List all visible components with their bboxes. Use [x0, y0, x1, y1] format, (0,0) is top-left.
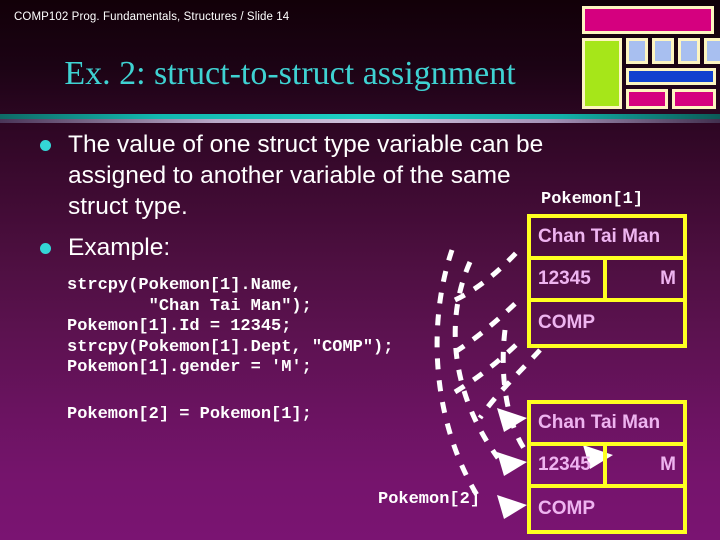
deco-magenta-bar [582, 6, 714, 34]
struct-row-dept: COMP [531, 302, 683, 344]
deco-lightblue-square-4 [704, 38, 720, 64]
struct-cell-name: Chan Tai Man [538, 226, 661, 247]
deco-magenta-block-1 [626, 89, 668, 109]
slide-canvas: COMP102 Prog. Fundamentals, Structures /… [0, 0, 720, 540]
deco-magenta-block-2 [672, 89, 716, 109]
arrowhead-id [497, 452, 527, 476]
bullet-dot-icon [40, 243, 51, 254]
struct-cell-id: 12345 [531, 260, 607, 298]
struct-cell-gender: M [660, 268, 676, 289]
struct-row-name: Chan Tai Man [531, 218, 683, 260]
struct-row-id-gender: 12345 M [531, 446, 683, 488]
bullet-item-2: Example: [40, 232, 340, 263]
divider-light-line [0, 119, 720, 123]
struct-cell-dept: COMP [538, 498, 595, 519]
struct-cell-id: 12345 [531, 446, 607, 484]
slide-corner-graphic [580, 4, 720, 109]
struct-row-id-gender: 12345 M [531, 260, 683, 302]
slide-header-text: COMP102 Prog. Fundamentals, Structures /… [14, 11, 290, 23]
arrow-path-copy-id [452, 260, 501, 460]
struct-table-pokemon-1: Chan Tai Man 12345 M COMP [527, 214, 687, 348]
code-block-initialization: strcpy(Pokemon[1].Name, "Chan Tai Man");… [67, 276, 394, 377]
arrowhead-dept [497, 495, 527, 519]
deco-lightblue-square-2 [652, 38, 674, 64]
struct-label-pokemon-1: Pokemon[1] [541, 190, 644, 209]
arrow-path-dept-in [453, 342, 519, 395]
arrow-path-copy-gender [500, 329, 528, 452]
struct-cell-name: Chan Tai Man [538, 412, 661, 433]
bullet-item-1: The value of one struct type variable ca… [40, 129, 560, 222]
struct-cell-dept: COMP [538, 312, 595, 333]
deco-lightblue-square-3 [678, 38, 700, 64]
struct-row-dept: COMP [531, 488, 683, 530]
struct-row-name: Chan Tai Man [531, 404, 683, 446]
deco-lightblue-square-1 [626, 38, 648, 64]
arrow-path-copy-dept [434, 249, 483, 502]
bullet-text-2: Example: [68, 234, 171, 261]
bullet-text-1: The value of one struct type variable ca… [68, 131, 544, 220]
struct-table-pokemon-2: Chan Tai Man 12345 M COMP [527, 400, 687, 534]
struct-label-pokemon-2: Pokemon[2] [378, 490, 481, 509]
code-block-assignment: Pokemon[2] = Pokemon[1]; [67, 405, 312, 424]
arrow-path-name-in [453, 250, 519, 303]
deco-blue-bar [626, 68, 716, 85]
bullet-dot-icon [40, 140, 51, 151]
page-title: Ex. 2: struct-to-struct assignment [64, 55, 516, 92]
arrowhead-name [497, 408, 527, 432]
arrow-path-id-in [453, 298, 521, 355]
struct-cell-gender: M [660, 454, 676, 475]
title-divider [0, 114, 720, 123]
deco-green-block [582, 38, 622, 109]
